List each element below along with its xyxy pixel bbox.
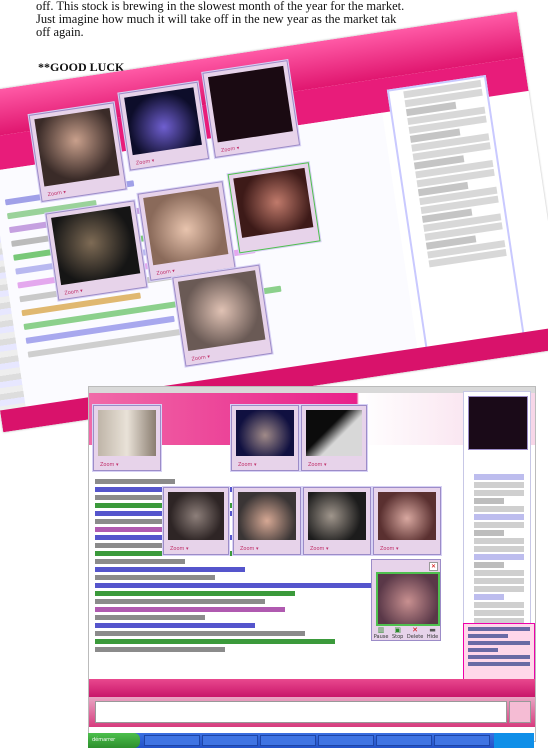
- zoom-button[interactable]: Zoom ▾: [136, 158, 155, 167]
- send-button[interactable]: [509, 701, 531, 723]
- webcam-window[interactable]: Zoom ▾: [28, 102, 127, 203]
- webcam-video: [306, 410, 362, 456]
- webcam-video: [378, 492, 436, 540]
- webcam-video: [143, 186, 229, 266]
- user-list[interactable]: [466, 472, 524, 634]
- webcam-window[interactable]: Zoom ▾: [93, 405, 161, 471]
- taskbar-button[interactable]: [260, 735, 316, 746]
- pause-icon: ▥: [377, 625, 385, 634]
- chat-message-line: [95, 615, 205, 620]
- system-tray: [494, 733, 534, 748]
- webcam-window[interactable]: Zoom ▾: [137, 181, 236, 281]
- zoom-button[interactable]: Zoom ▾: [310, 546, 329, 552]
- zoom-button[interactable]: Zoom ▾: [156, 268, 175, 277]
- chat-message-line: [95, 479, 175, 484]
- hide-button[interactable]: ▬ Hide: [427, 625, 438, 640]
- zoom-button[interactable]: Zoom ▾: [100, 462, 119, 468]
- delete-icon: ✕: [412, 625, 419, 634]
- webcam-video: [238, 492, 296, 540]
- article-line: Just imagine how much it will take off i…: [36, 12, 397, 26]
- webcam-window[interactable]: Zoom ▾: [45, 200, 148, 301]
- chat-screenshot-lower: Zoom ▾ Zoom ▾ Zoom ▾ Zoom ▾ Zoom ▾ Zoom …: [88, 386, 536, 742]
- hide-icon: ▬: [429, 625, 436, 634]
- webcam-window[interactable]: Zoom ▾: [118, 81, 210, 171]
- zoom-button[interactable]: Zoom ▾: [240, 546, 259, 552]
- stop-icon: ▣: [394, 625, 401, 634]
- chat-message-line: [95, 639, 335, 644]
- webcam-window[interactable]: Zoom ▾: [163, 487, 229, 555]
- webcam-window[interactable]: Zoom ▾: [233, 487, 301, 555]
- webcam-window[interactable]: Zoom ▾: [202, 60, 301, 158]
- zoom-button[interactable]: Zoom ▾: [238, 462, 257, 468]
- taskbar: démarrer: [88, 733, 534, 748]
- webcam-popup[interactable]: ✕ ▥ Pause ▣ Stop ✕ Delete ▬ Hide: [371, 559, 441, 641]
- taskbar-button[interactable]: [144, 735, 200, 746]
- webcam-window[interactable]: [227, 162, 321, 254]
- webcam-video: [236, 410, 294, 456]
- taskbar-button[interactable]: [434, 735, 490, 746]
- chat-message-line: [95, 591, 295, 596]
- zoom-button[interactable]: Zoom ▾: [47, 189, 66, 198]
- webcam-video: [98, 410, 156, 456]
- webcam-video: [308, 492, 366, 540]
- popup-toolbar: ▥ Pause ▣ Stop ✕ Delete ▬ Hide: [372, 626, 440, 640]
- stop-button[interactable]: ▣ Stop: [392, 625, 403, 640]
- chat-message-line: [95, 623, 255, 628]
- zoom-button[interactable]: Zoom ▾: [221, 145, 240, 154]
- pause-button[interactable]: ▥ Pause: [374, 625, 389, 640]
- close-icon[interactable]: ✕: [429, 562, 438, 571]
- chat-message-line: [95, 567, 245, 572]
- user-list-panel: [463, 391, 531, 633]
- webcam-video: [34, 107, 120, 187]
- taskbar-button[interactable]: [202, 735, 258, 746]
- start-button[interactable]: démarrer: [88, 733, 140, 748]
- chat-options-bar: [89, 679, 535, 697]
- webcam-window[interactable]: Zoom ▾: [301, 405, 367, 471]
- chat-message-line: [95, 631, 305, 636]
- zoom-button[interactable]: Zoom ▾: [64, 288, 83, 297]
- message-input-area: [89, 697, 535, 727]
- delete-button[interactable]: ✕ Delete: [407, 625, 423, 640]
- webcam-video: [376, 572, 440, 626]
- webcam-video: [233, 167, 314, 238]
- info-panel: [463, 623, 535, 685]
- message-input[interactable]: [95, 701, 507, 723]
- taskbar-button[interactable]: [376, 735, 432, 746]
- webcam-video: [51, 206, 141, 286]
- chat-message-line: [95, 647, 225, 652]
- chat-message-line: [95, 575, 215, 580]
- chat-message-line: [95, 599, 265, 604]
- taskbar-button[interactable]: [318, 735, 374, 746]
- chat-message-line: [95, 607, 285, 612]
- zoom-button[interactable]: Zoom ▾: [191, 354, 210, 363]
- webcam-window[interactable]: Zoom ▾: [373, 487, 441, 555]
- webcam-video: [208, 65, 293, 143]
- webcam-window[interactable]: Zoom ▾: [303, 487, 371, 555]
- webcam-video: [168, 492, 224, 540]
- webcam-window[interactable]: Zoom ▾: [172, 264, 273, 367]
- webcam-video: [124, 87, 202, 156]
- zoom-button[interactable]: Zoom ▾: [170, 546, 189, 552]
- webcam-video: [177, 270, 266, 352]
- zoom-button[interactable]: Zoom ▾: [308, 462, 327, 468]
- webcam-window[interactable]: Zoom ▾: [231, 405, 299, 471]
- self-webcam-preview: [468, 396, 528, 450]
- zoom-button[interactable]: Zoom ▾: [380, 546, 399, 552]
- chat-message-line: [95, 559, 185, 564]
